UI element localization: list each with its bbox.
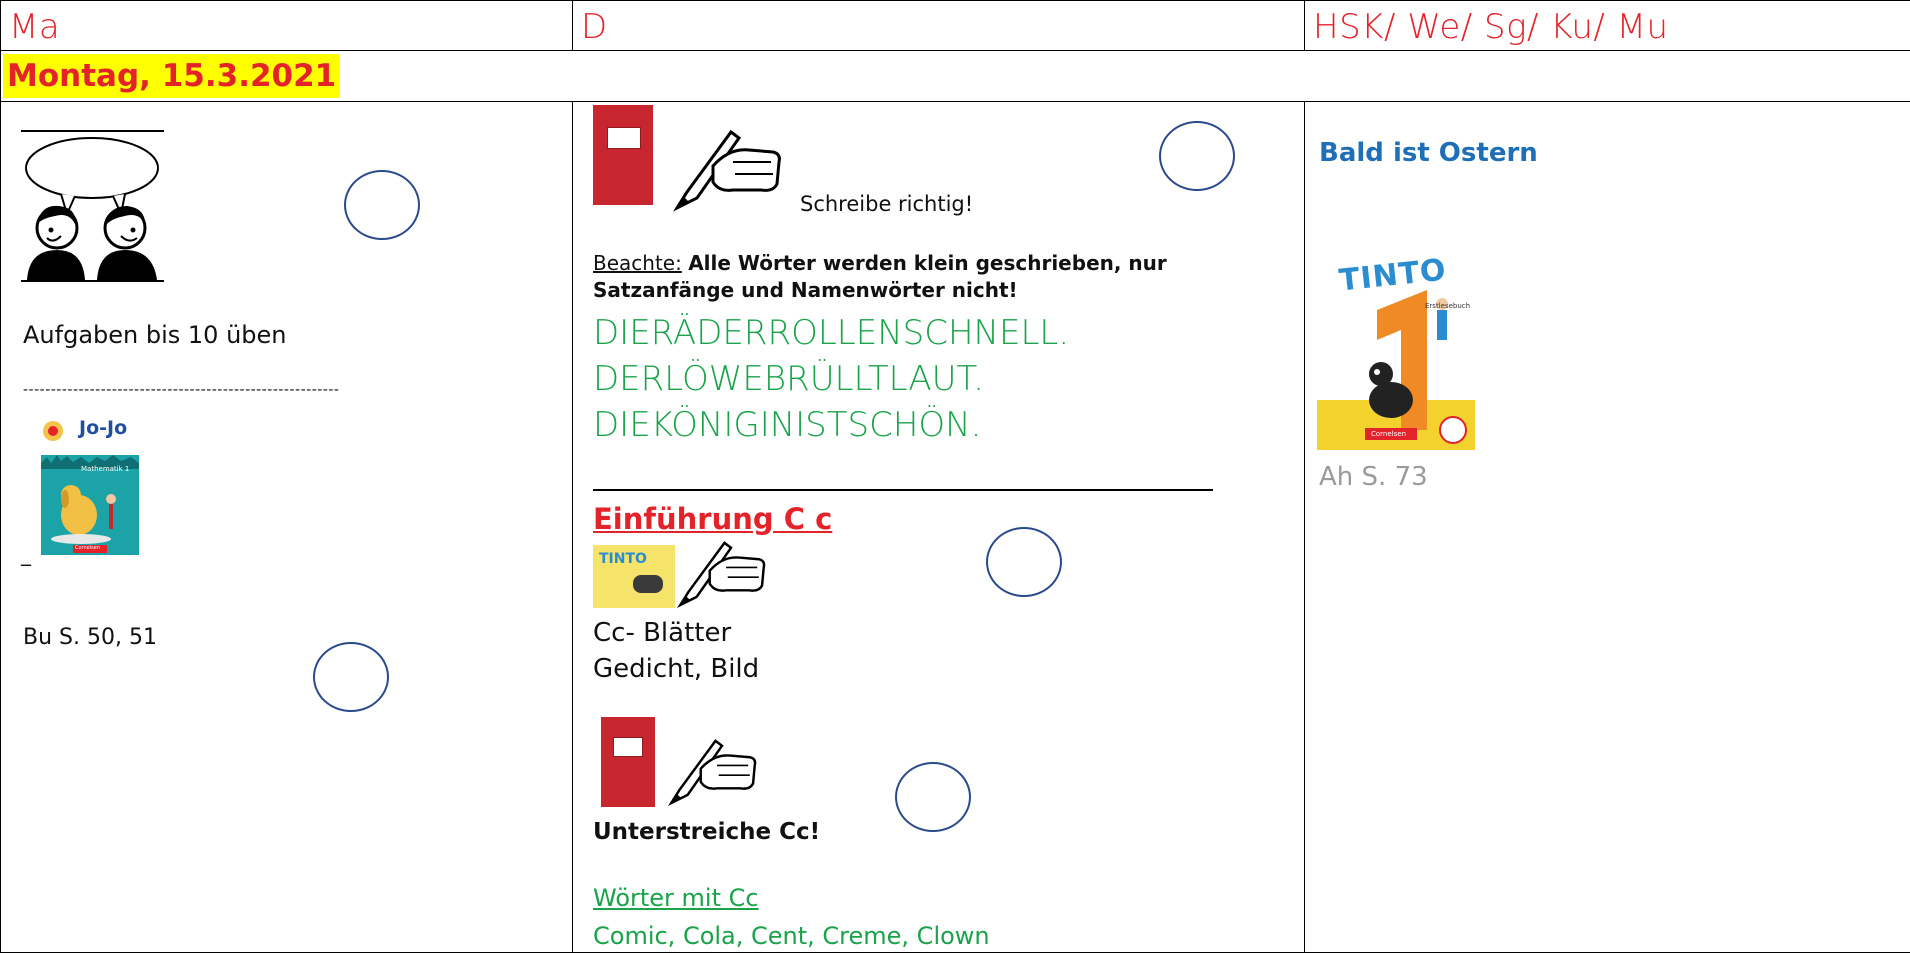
hsk-page-ref: Ah S. 73	[1319, 462, 1428, 492]
date-label: Montag, 15.3.2021	[3, 54, 341, 98]
hsk-title: Bald ist Ostern	[1319, 138, 1538, 168]
jojo-publisher: Cornelsen	[75, 545, 101, 551]
tinto-box-logo-icon: TINTO	[599, 551, 647, 567]
header-row: Ma D HSK/ We/ Sg/ Ku/ Mu	[0, 0, 1910, 51]
d-sentence-2: DERLÖWEBRÜLLTLAUT.	[593, 359, 985, 399]
writing-hand-icon	[673, 129, 781, 212]
red-notebook-icon	[593, 105, 653, 205]
tinto-box-picture: TINTO	[593, 545, 675, 608]
d-words-title: Wörter mit Cc	[593, 884, 759, 912]
d-sentence-3: DIEKÖNIGINISTSCHÖN.	[593, 405, 982, 445]
writing-hand-icon	[677, 541, 766, 609]
date-row: Montag, 15.3.2021	[0, 50, 1910, 102]
date-cell: Montag, 15.3.2021	[0, 50, 1910, 102]
d-section-title: Einführung C c	[593, 502, 833, 536]
ma-underline-mark: _	[21, 542, 31, 566]
header-cell-hsk: HSK/ We/ Sg/ Ku/ Mu	[1304, 0, 1910, 51]
d-words-list: Comic, Cola, Cent, Creme, Clown	[593, 922, 990, 950]
content-row: Aufgaben bis 10 üben -------------------…	[0, 101, 1910, 953]
jojo-logo-icon	[43, 421, 63, 441]
tinto-book-cover: TINTO Erstlesebuch Cornelsen	[1317, 250, 1475, 450]
notebook-label	[613, 737, 643, 757]
d-note-prefix: Beachte:	[593, 251, 682, 275]
header-ma-label: Ma	[9, 7, 61, 47]
tinto-publisher: Cornelsen	[1371, 430, 1407, 438]
check-circle	[344, 170, 420, 240]
red-notebook-icon	[601, 717, 655, 807]
ma-task-2: Bu S. 50, 51	[23, 625, 157, 650]
header-hsk-label: HSK/ We/ Sg/ Ku/ Mu	[1313, 7, 1669, 47]
d-write-label: Schreibe richtig!	[800, 192, 974, 216]
jojo-cover-image: Mathematik 1 Cornelsen	[41, 455, 139, 555]
d-underline-task: Unterstreiche Cc!	[593, 819, 821, 845]
plan-table: Ma D HSK/ We/ Sg/ Ku/ Mu Montag, 15.3.20…	[0, 0, 1910, 953]
tinto-subtitle: Erstlesebuch	[1425, 302, 1471, 310]
notebook-label	[607, 127, 641, 149]
d-separator-line	[593, 489, 1213, 491]
d-sheets: Cc- Blätter Gedicht, Bild	[593, 615, 759, 687]
ma-dashed-separator: ----------------------------------------…	[23, 382, 340, 398]
header-cell-ma: Ma	[0, 0, 573, 51]
cat-icon	[633, 575, 663, 593]
jojo-subtitle: Mathematik 1	[81, 465, 130, 473]
jojo-book-cover: Jo-Jo Mathematik 1 Cornelsen	[41, 415, 141, 555]
check-circle	[986, 527, 1062, 597]
d-sheets-line-1: Cc- Blätter	[593, 618, 732, 648]
ma-task-1: Aufgaben bis 10 üben	[23, 321, 287, 349]
ma-cell: Aufgaben bis 10 üben -------------------…	[0, 101, 573, 953]
hsk-cell: Bald ist Ostern TINTO Erstlesebuch Corne…	[1304, 101, 1910, 953]
check-circle	[313, 642, 389, 712]
writing-hand-icon	[668, 739, 757, 807]
header-cell-d: D	[572, 0, 1305, 51]
check-circle	[1159, 121, 1235, 191]
jojo-brand: Jo-Jo	[79, 417, 128, 439]
d-sentence-list: DIERÄDERROLLENSCHNELL. DERLÖWEBRÜLLTLAUT…	[593, 310, 1069, 448]
d-note: Beachte: Alle Wörter werden klein geschr…	[593, 250, 1213, 304]
speech-bubble-picture	[21, 130, 164, 282]
talking-people-icon	[25, 137, 159, 280]
d-cell: Schreibe richtig! Beachte: Alle Wörter w…	[572, 101, 1305, 953]
d-sentence-1: DIERÄDERROLLENSCHNELL.	[593, 313, 1070, 353]
check-circle	[895, 762, 971, 832]
weekly-plan-page: Ma D HSK/ We/ Sg/ Ku/ Mu Montag, 15.3.20…	[0, 0, 1910, 953]
d-sheets-line-2: Gedicht, Bild	[593, 654, 760, 684]
header-d-label: D	[581, 7, 608, 47]
